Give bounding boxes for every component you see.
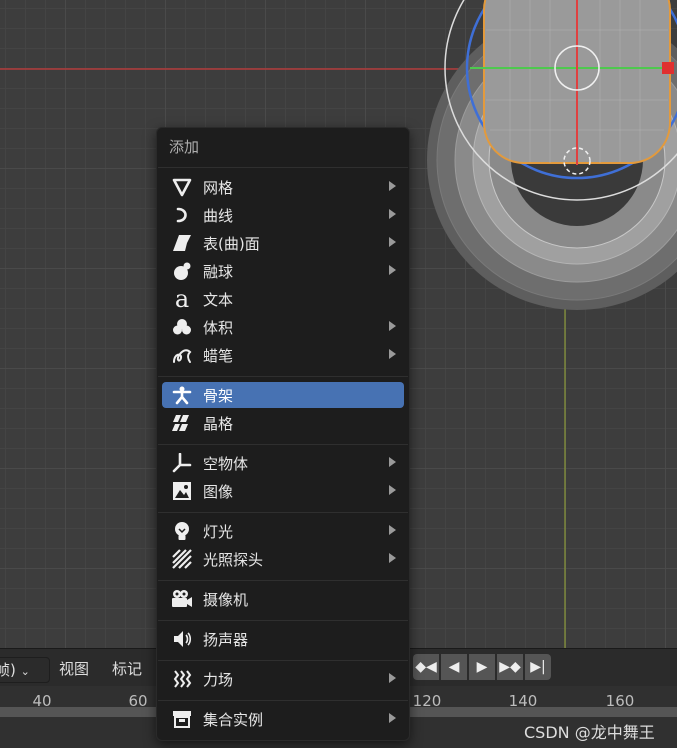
empty-icon — [171, 452, 193, 474]
menu-item-curve[interactable]: 曲线 — [162, 202, 404, 228]
play-icon[interactable]: ▶ — [469, 654, 495, 680]
menu-item-surface[interactable]: 表(曲)面 — [162, 230, 404, 256]
speaker-icon — [171, 628, 193, 650]
surface-icon — [171, 232, 193, 254]
lattice-icon — [171, 412, 193, 434]
collection-instance-icon — [171, 708, 193, 730]
next-keyframe-icon[interactable]: ▶◆ — [497, 654, 523, 680]
metaball-icon — [171, 260, 193, 282]
submenu-arrow-icon — [389, 485, 396, 495]
light-probe-icon — [171, 548, 193, 570]
menu-item-speaker[interactable]: 扬声器 — [162, 626, 404, 652]
mesh-icon — [171, 176, 193, 198]
menu-item-light-probe[interactable]: 光照探头 — [162, 546, 404, 572]
watermark: CSDN @龙中舞王 — [524, 723, 655, 742]
separator — [158, 700, 408, 701]
menu-item-image[interactable]: 图像 — [162, 478, 404, 504]
timeline-marker-menu[interactable]: 标记 — [112, 657, 142, 681]
menu-item-grease-pencil[interactable]: 蜡笔 — [162, 342, 404, 368]
menu-item-armature[interactable]: 骨架 — [162, 382, 404, 408]
submenu-arrow-icon — [389, 237, 396, 247]
chevron-down-icon: ⌄ — [20, 665, 30, 678]
submenu-arrow-icon — [389, 181, 396, 191]
jump-keyframe-icon[interactable]: ◆◀ — [413, 654, 439, 680]
light-icon — [171, 520, 193, 542]
timeline-view-menu[interactable]: 视图 — [59, 657, 89, 681]
menu-item-camera[interactable]: 摄像机 — [162, 586, 404, 612]
timeline-mode-dropdown[interactable]: 帧) ⌄ — [0, 657, 50, 683]
separator — [158, 376, 408, 377]
submenu-arrow-icon — [389, 349, 396, 359]
submenu-arrow-icon — [389, 265, 396, 275]
submenu-arrow-icon — [389, 553, 396, 563]
menu-item-mesh[interactable]: 网格 — [162, 174, 404, 200]
armature-icon — [171, 384, 193, 406]
menu-item-force-field[interactable]: 力场 — [162, 666, 404, 692]
submenu-arrow-icon — [389, 525, 396, 535]
volume-icon — [171, 316, 193, 338]
submenu-arrow-icon — [389, 457, 396, 467]
submenu-arrow-icon — [389, 209, 396, 219]
submenu-arrow-icon — [389, 673, 396, 683]
add-menu: 添加 网格 曲线 表(曲)面 融球 a 文本 体积 蜡笔 骨架 晶格 空物体 图… — [156, 127, 410, 741]
separator — [158, 620, 408, 621]
jump-end-icon[interactable]: ▶| — [525, 654, 551, 680]
menu-title: 添加 — [169, 138, 200, 156]
menu-item-volume[interactable]: 体积 — [162, 314, 404, 340]
separator — [158, 580, 408, 581]
menu-item-empty[interactable]: 空物体 — [162, 450, 404, 476]
text-icon: a — [174, 285, 190, 313]
menu-item-lattice[interactable]: 晶格 — [162, 410, 404, 436]
submenu-arrow-icon — [389, 321, 396, 331]
separator — [158, 660, 408, 661]
curve-icon — [171, 204, 193, 226]
grease-pencil-icon — [171, 344, 193, 366]
menu-item-collection-instance[interactable]: 集合实例 — [162, 706, 404, 732]
separator — [158, 512, 408, 513]
gizmo-handle[interactable] — [662, 62, 674, 74]
menu-item-light[interactable]: 灯光 — [162, 518, 404, 544]
menu-item-metaball[interactable]: 融球 — [162, 258, 404, 284]
force-field-icon — [171, 668, 193, 690]
separator — [158, 444, 408, 445]
image-icon — [171, 480, 193, 502]
submenu-arrow-icon — [389, 713, 396, 723]
separator — [158, 167, 408, 168]
camera-icon — [171, 588, 193, 610]
menu-item-text[interactable]: a 文本 — [162, 286, 404, 312]
play-reverse-icon[interactable]: ◀ — [441, 654, 467, 680]
